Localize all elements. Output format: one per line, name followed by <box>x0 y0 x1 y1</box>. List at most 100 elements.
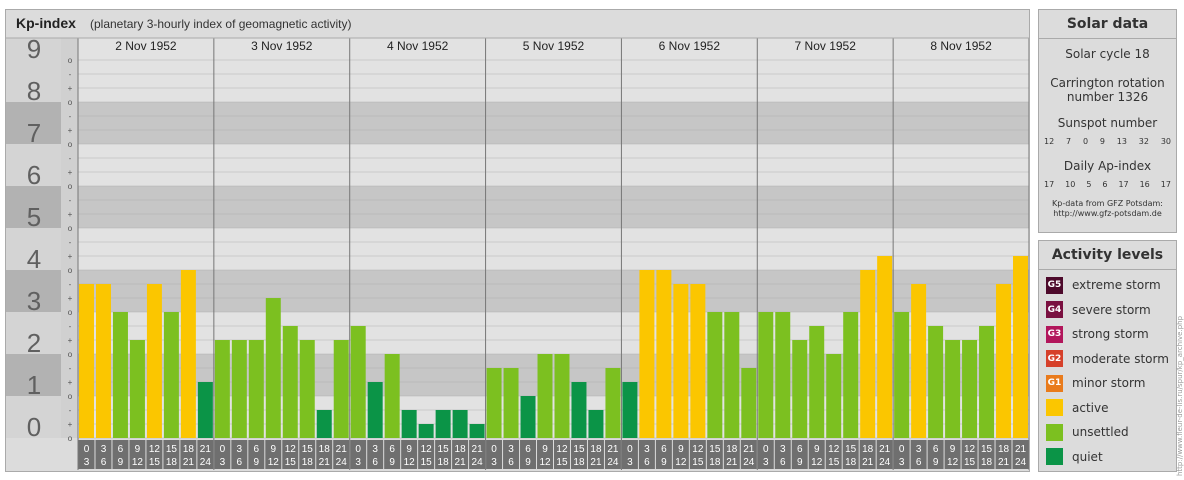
kp-bar <box>265 298 281 438</box>
legend-swatch: G2 <box>1046 350 1063 368</box>
sub-tick-label: + <box>68 336 73 345</box>
hour-start-label: 21 <box>1015 444 1027 455</box>
hour-end-label: 15 <box>149 457 161 468</box>
kp-bar <box>537 354 553 438</box>
sub-tick-label: o <box>68 224 73 233</box>
hour-end-label: 15 <box>285 457 297 468</box>
hour-end-label: 6 <box>644 457 650 468</box>
sub-tick-label: o <box>68 98 73 107</box>
hour-start-label: 6 <box>661 444 667 455</box>
kp-bar <box>894 312 910 438</box>
ap-title: Daily Ap-index <box>1063 159 1152 173</box>
kp-bar <box>707 312 723 438</box>
ap-value: 17 <box>1118 180 1129 189</box>
hour-start-label: 9 <box>135 444 141 455</box>
hour-start-label: 12 <box>556 444 568 455</box>
hour-end-label: 3 <box>899 457 905 468</box>
hour-start-label: 0 <box>627 444 633 455</box>
hour-start-label: 15 <box>573 444 585 455</box>
y-tick-label: 2 <box>27 328 41 358</box>
kp-bar <box>775 312 791 438</box>
kp-bar <box>163 312 179 438</box>
hour-end-label: 12 <box>404 457 416 468</box>
sub-tick-label: + <box>68 168 73 177</box>
y-tick-label: 4 <box>27 244 41 274</box>
legend-swatch <box>1046 423 1063 441</box>
hour-end-label: 9 <box>933 457 939 468</box>
hour-start-label: 0 <box>491 444 497 455</box>
kp-bar <box>639 270 655 438</box>
sunspot-value: 32 <box>1138 137 1149 146</box>
hour-start-label: 9 <box>814 444 820 455</box>
hour-end-label: 21 <box>998 457 1010 468</box>
legend-label: quiet <box>1072 449 1103 464</box>
sub-tick-label: o <box>68 182 73 191</box>
hour-end-label: 21 <box>319 457 331 468</box>
sunspot-value: 30 <box>1160 137 1171 146</box>
hour-start-label: 6 <box>933 444 939 455</box>
hour-start-label: 3 <box>372 444 378 455</box>
kp-bar <box>605 367 621 438</box>
kp-bar <box>588 409 604 438</box>
hour-start-label: 0 <box>899 444 905 455</box>
sunspot-value: 9 <box>1099 137 1105 146</box>
kp-bar <box>741 367 757 438</box>
kp-bar <box>180 270 196 438</box>
hour-start-label: 15 <box>845 444 857 455</box>
hour-start-label: 0 <box>763 444 769 455</box>
sub-tick-label: - <box>69 70 72 79</box>
kp-bar <box>435 409 451 438</box>
hour-end-label: 24 <box>472 457 484 468</box>
kp-bar <box>724 312 740 438</box>
carrington-line-1: Carrington rotation <box>1050 76 1165 90</box>
sub-tick-bg <box>61 186 78 228</box>
hour-end-label: 12 <box>947 457 959 468</box>
hour-end-label: 12 <box>811 457 823 468</box>
hour-start-label: 3 <box>780 444 786 455</box>
hour-end-label: 21 <box>726 457 738 468</box>
hour-start-label: 6 <box>389 444 395 455</box>
hour-start-label: 21 <box>472 444 484 455</box>
hour-end-label: 15 <box>421 457 433 468</box>
kp-bar <box>1013 256 1028 438</box>
kp-bar <box>282 325 298 438</box>
hour-end-label: 21 <box>455 457 467 468</box>
kp-bar <box>928 325 944 438</box>
carrington-line-2: number 1326 <box>1066 90 1149 104</box>
sub-tick-label: o <box>68 266 73 275</box>
y-tick-label: 0 <box>27 412 41 442</box>
ap-value: 6 <box>1102 180 1108 189</box>
sub-tick-label: + <box>68 126 73 135</box>
hour-end-label: 3 <box>763 457 769 468</box>
hour-end-label: 6 <box>237 457 243 468</box>
legend-swatch: G1 <box>1046 374 1063 392</box>
hour-start-label: 3 <box>101 444 107 455</box>
solar-cycle: Solar cycle 18 <box>1065 47 1150 61</box>
kp-bar <box>469 424 485 438</box>
kp-bar <box>333 340 349 438</box>
kp-bar <box>79 283 94 438</box>
kp-bar <box>214 340 230 438</box>
sub-tick-label: + <box>68 210 73 219</box>
hour-end-label: 6 <box>101 457 107 468</box>
hour-start-label: 3 <box>237 444 243 455</box>
sub-tick-label: o <box>68 56 73 65</box>
hour-start-label: 12 <box>149 444 161 455</box>
kp-bar <box>690 283 706 438</box>
sunspot-title: Sunspot number <box>1057 116 1158 130</box>
hour-start-label: 9 <box>542 444 548 455</box>
kp-chart-panel: 0 1 2 3 4 5 6 7 8 9 o + o + - o + - o + - o + - o + - o + - o + - o + - o - 2… <box>5 9 1030 472</box>
hour-start-label: 21 <box>607 444 619 455</box>
day-label: 4 Nov 1952 <box>387 39 449 53</box>
hour-start-label: 18 <box>319 444 331 455</box>
credit-link[interactable]: http://www.gfz-potsdam.de <box>1039 209 1176 219</box>
kp-bar <box>979 325 995 438</box>
hour-end-label: 18 <box>709 457 721 468</box>
kp-bar <box>758 312 774 438</box>
hour-start-label: 6 <box>525 444 531 455</box>
hour-start-label: 15 <box>438 444 450 455</box>
hour-start-label: 9 <box>406 444 412 455</box>
sub-tick-label: - <box>69 364 72 373</box>
hour-start-label: 0 <box>220 444 226 455</box>
kp-bar <box>129 340 145 438</box>
